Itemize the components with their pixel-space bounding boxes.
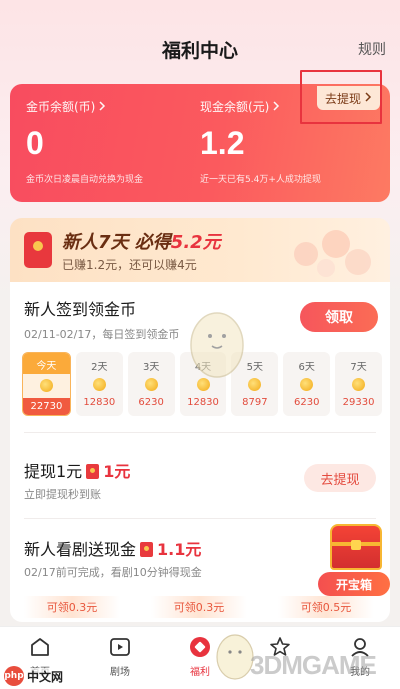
home-icon: [31, 638, 49, 656]
withdraw-task-title: 提现1元 1元: [24, 462, 131, 481]
coin-balance[interactable]: 金币余额(币) 0 金币次日凌晨自动兑换为现金: [26, 98, 143, 185]
coin-icon: [92, 378, 106, 391]
drama-task-title: 新人看剧送现金 1.1元: [24, 540, 202, 559]
coin-icon: [39, 379, 53, 392]
claim-button[interactable]: 领取: [300, 302, 378, 332]
banner-title: 新人7天 必得5.2元: [62, 232, 221, 253]
banner-amount: 5.2元: [170, 232, 221, 253]
treasure-box-button[interactable]: 开宝箱: [318, 520, 390, 600]
watermark-left-text: 中文网: [27, 667, 64, 685]
rules-link[interactable]: 规则: [358, 39, 386, 59]
watermark-left: php 中文网: [4, 666, 64, 686]
cash-balance-label: 现金余额(元): [200, 100, 270, 114]
treasure-label: 开宝箱: [318, 572, 390, 596]
php-logo-icon: php: [4, 666, 24, 686]
coins-decoration-icon: [294, 230, 371, 277]
coin-icon: [352, 378, 366, 391]
chevron-right-icon: [272, 100, 280, 114]
withdraw-task-subtitle: 立即提现秒到账: [24, 488, 101, 501]
cash-balance-value: 1.2: [200, 125, 245, 161]
treasure-chest-icon: [330, 524, 382, 570]
red-packet-icon: [24, 232, 52, 268]
divider: [24, 518, 376, 519]
newcomer-banner[interactable]: 新人7天 必得5.2元 已赚1.2元，还可以赚4元: [10, 218, 390, 284]
annotation-highlight-box: [300, 70, 382, 124]
checkin-day[interactable]: 今天 22730: [22, 352, 71, 416]
chevron-right-icon: [98, 100, 106, 114]
coin-balance-note: 金币次日凌晨自动兑换为现金: [26, 175, 144, 185]
banner-subtitle: 已赚1.2元，还可以赚4元: [62, 258, 197, 272]
go-withdraw-button[interactable]: 去提现: [304, 464, 376, 492]
checkin-day[interactable]: 3天 6230: [127, 352, 175, 416]
coin-balance-value: 0: [26, 125, 44, 161]
withdraw-task-amount: 1元: [103, 462, 131, 481]
divider: [24, 432, 376, 433]
nav-item-theater[interactable]: 剧场: [80, 627, 160, 689]
red-packet-icon: [140, 542, 154, 557]
cash-balance-note: 近一天已有5.4万+人成功提现: [200, 175, 321, 185]
mascot-watermark-icon: [190, 312, 244, 378]
drama-task-amount: 1.1元: [157, 540, 202, 559]
coin-balance-label: 金币余额(币): [26, 100, 96, 114]
reward-chip: 可领0.3元: [151, 596, 247, 618]
checkin-day[interactable]: 6天 6230: [283, 352, 331, 416]
play-icon: [110, 638, 130, 656]
red-packet-icon: [86, 464, 100, 479]
checkin-subtitle: 02/11-02/17，每日签到领金币: [24, 328, 180, 341]
checkin-title: 新人签到领金币: [24, 300, 137, 319]
gift-icon: [190, 637, 210, 657]
coin-icon: [144, 378, 158, 391]
watermark-right: 3DMGAME: [250, 650, 377, 680]
drama-task-subtitle: 02/17前可完成，看剧10分钟得现金: [24, 566, 202, 579]
coin-icon: [300, 378, 314, 391]
checkin-day[interactable]: 2天 12830: [75, 352, 123, 416]
checkin-day[interactable]: 7天 29330: [335, 352, 383, 416]
reward-chip: 可领0.3元: [24, 596, 120, 618]
page-title: 福利中心: [161, 40, 238, 62]
